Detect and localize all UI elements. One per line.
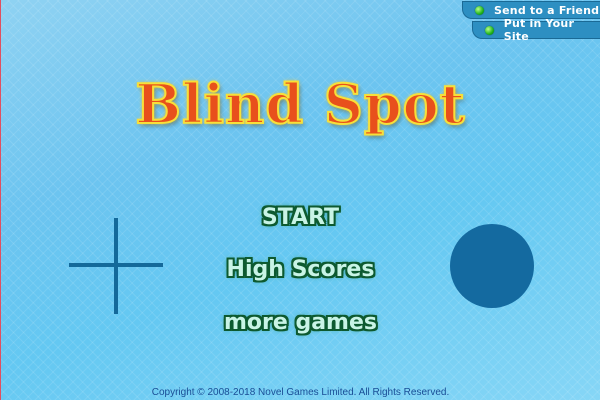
game-title: Blind Spot: [134, 71, 466, 137]
put-in-your-site-label: Put in Your Site: [503, 17, 575, 43]
circle-target-icon: [450, 224, 534, 308]
game-stage: Send to a Friend Put in Your Site Blind …: [0, 0, 600, 400]
green-dot-icon: [475, 5, 484, 15]
green-dot-icon: [485, 25, 494, 35]
put-in-your-site-link[interactable]: Put in Your Site: [472, 17, 600, 43]
copyright-text: Copyright © 2008-2018 Novel Games Limite…: [151, 387, 450, 398]
crosshair-icon: [69, 218, 163, 314]
crosshair-vertical-bar: [114, 218, 118, 314]
send-to-friend-label: Send to a Friend: [494, 3, 600, 17]
